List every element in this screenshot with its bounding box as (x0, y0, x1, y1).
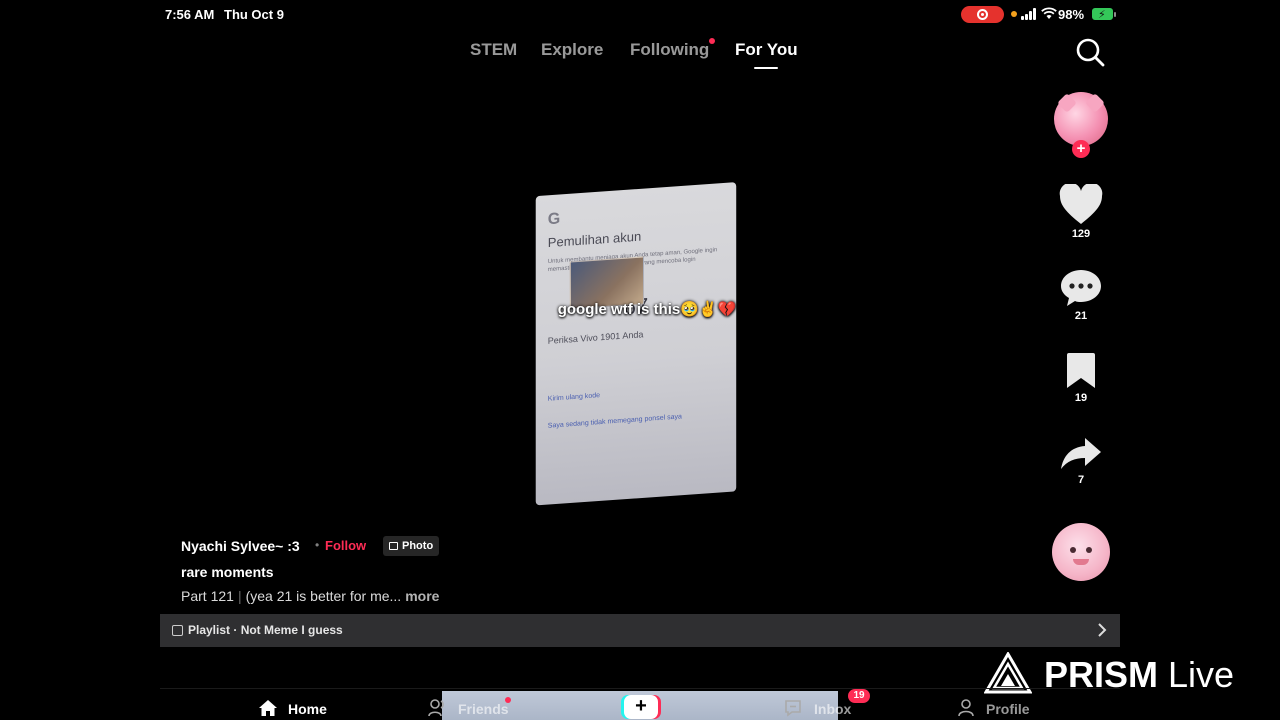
video-overlay-caption: google wtf is this🥹✌️💔 (557, 301, 737, 318)
wifi-icon (1041, 7, 1057, 19)
mic-indicator-icon (1011, 11, 1017, 17)
home-icon (259, 700, 277, 716)
search-icon[interactable] (1074, 36, 1106, 68)
video-player[interactable]: G Pemulihan akun Untuk membantu menjaga … (535, 158, 758, 518)
like-button[interactable]: 129 (1050, 184, 1112, 240)
tab-stem[interactable]: STEM (470, 40, 517, 60)
comment-count: 21 (1074, 310, 1088, 322)
tab-following[interactable]: Following (630, 38, 716, 60)
sound-disc-avatar[interactable] (1052, 523, 1110, 581)
like-count: 129 (1071, 228, 1091, 240)
playlist-icon (172, 625, 183, 636)
nav-inbox[interactable]: Inbox (785, 700, 851, 717)
status-bar: 7:56 AM Thu Oct 9 98% ⚡ (0, 0, 1280, 28)
photo-badge: Photo (383, 536, 440, 556)
screen-link-resend: Kirim ulang kode (547, 392, 601, 403)
photo-icon (389, 542, 398, 550)
share-button[interactable]: 7 (1050, 436, 1112, 486)
heart-icon (1059, 184, 1103, 224)
desc-part: Part 121 (181, 588, 234, 604)
battery-percent: 98% (1058, 7, 1085, 22)
nav-home[interactable]: Home (259, 700, 327, 717)
chevron-right-icon (1098, 623, 1107, 637)
bookmark-icon (1067, 353, 1095, 388)
photo-content: G Pemulihan akun Untuk membantu menjaga … (535, 151, 759, 526)
nav-friends[interactable]: Friends (428, 699, 509, 717)
post-description[interactable]: Part 121 | (yea 21 is better for me... more (181, 588, 439, 604)
notification-dot (709, 38, 716, 44)
more-link[interactable]: more (405, 588, 439, 604)
comment-icon (1061, 270, 1101, 306)
inbox-icon (785, 700, 801, 717)
status-time: 7:56 AM (165, 7, 215, 22)
bottom-nav: Home Friends + Inbox 19 Profile (160, 688, 1120, 720)
save-button[interactable]: 19 (1050, 352, 1112, 404)
share-arrow-icon (1061, 438, 1101, 469)
post-info: Nyachi Sylvee~ :3 • Follow Photo rare mo… (181, 536, 881, 604)
creator-avatar[interactable] (1054, 92, 1108, 146)
screen-link-no-phone: Saya sedang tidak memegang ponsel saya (547, 413, 682, 430)
create-button[interactable]: + (624, 695, 658, 719)
tab-for-you[interactable]: For You (735, 40, 798, 69)
phone-screen-image: G Pemulihan akun Untuk membantu menjaga … (535, 182, 737, 506)
screen-subheading: Periksa Vivo 1901 Anda (547, 329, 644, 346)
playlist-bar[interactable]: Playlist · Not Meme I guess (160, 614, 1120, 647)
status-date: Thu Oct 9 (224, 7, 284, 22)
follow-link[interactable]: Follow (325, 538, 366, 553)
save-count: 19 (1074, 392, 1088, 404)
separator-dot: • (315, 538, 320, 552)
desc-text: (yea 21 is better for me... (245, 588, 402, 604)
nav-profile[interactable]: Profile (958, 699, 1030, 717)
tab-explore[interactable]: Explore (541, 40, 603, 60)
signal-icon (1021, 8, 1039, 20)
comment-button[interactable]: 21 (1050, 268, 1112, 322)
share-count: 7 (1077, 474, 1085, 486)
friends-icon (428, 699, 444, 717)
screen-record-icon[interactable] (961, 6, 1004, 23)
friends-notification-dot (505, 697, 511, 703)
battery-charging-icon: ⚡ (1092, 8, 1116, 21)
profile-icon (958, 699, 974, 717)
inbox-badge: 19 (848, 689, 870, 703)
follow-plus-icon[interactable]: + (1072, 140, 1090, 158)
active-tab-indicator (754, 67, 779, 69)
desc-separator: | (237, 588, 242, 604)
post-title: rare moments (181, 564, 274, 580)
playlist-label: Playlist · Not Meme I guess (188, 623, 343, 637)
author-name[interactable]: Nyachi Sylvee~ :3 (181, 538, 300, 554)
